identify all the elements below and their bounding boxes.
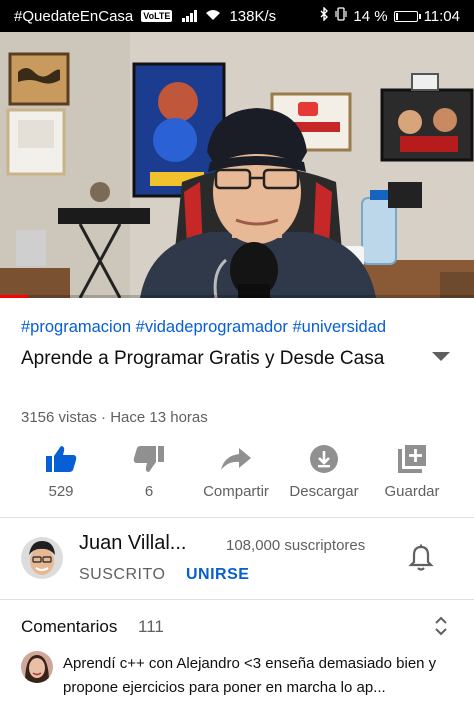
status-left: #QuedateEnCasa VoLTE 138K/s xyxy=(14,8,276,25)
video-meta: 3156 vistas · Hace 13 horas xyxy=(21,409,208,426)
dislike-count: 6 xyxy=(144,483,154,500)
divider xyxy=(0,599,474,600)
status-right: 14 % 11:04 xyxy=(320,6,460,25)
comments-count: 111 xyxy=(138,617,164,636)
divider xyxy=(0,517,474,518)
vibrate-icon xyxy=(335,7,347,25)
video-title[interactable]: Aprende a Programar Gratis y Desde Casa xyxy=(21,344,411,373)
channel-name[interactable]: Juan Villal... xyxy=(79,532,186,555)
subscriber-count: 108,000 suscriptores xyxy=(226,537,366,554)
join-button[interactable]: UNIRSE xyxy=(186,566,249,584)
signal-icon xyxy=(182,10,198,22)
carrier-text: #QuedateEnCasa xyxy=(14,7,134,25)
volte-badge: VoLTE xyxy=(141,10,173,22)
network-speed: 138K/s xyxy=(229,7,277,25)
status-bar: #QuedateEnCasa VoLTE 138K/s 14 % 11:04 xyxy=(0,0,474,32)
share-icon xyxy=(188,440,284,478)
notification-bell-icon[interactable] xyxy=(408,544,434,572)
commenter-avatar[interactable] xyxy=(21,651,53,683)
top-comment-text[interactable]: Aprendí c++ con Alejandro <3 enseña dema… xyxy=(63,652,459,700)
share-button[interactable]: Compartir xyxy=(188,440,284,500)
download-label: Descargar xyxy=(289,483,359,500)
action-row: 529 6 Compartir Descargar Guardar xyxy=(0,440,474,506)
battery-percent: 14 % xyxy=(353,7,388,25)
download-icon xyxy=(276,440,372,478)
thumbs-down-icon xyxy=(101,440,197,478)
video-player[interactable] xyxy=(0,32,474,298)
wifi-icon xyxy=(205,8,221,25)
bluetooth-icon xyxy=(320,6,329,25)
clock: 11:04 xyxy=(423,7,460,25)
save-label: Guardar xyxy=(384,483,440,500)
expand-description-icon[interactable] xyxy=(432,352,450,361)
add-to-playlist-icon xyxy=(364,440,460,478)
thumbs-up-icon xyxy=(13,440,109,478)
comments-header[interactable]: Comentarios xyxy=(21,617,117,637)
like-count: 529 xyxy=(48,483,74,500)
battery-icon xyxy=(393,10,421,22)
subscribed-button[interactable]: SUSCRITO xyxy=(79,566,165,584)
video-frame-image xyxy=(0,32,474,298)
video-progress-fill xyxy=(0,295,29,298)
video-progress-bar[interactable] xyxy=(0,295,474,298)
like-button[interactable]: 529 xyxy=(13,440,109,500)
download-button[interactable]: Descargar xyxy=(276,440,372,500)
save-button[interactable]: Guardar xyxy=(364,440,460,500)
dislike-button[interactable]: 6 xyxy=(101,440,197,500)
share-label: Compartir xyxy=(203,483,269,500)
video-hashtags[interactable]: #programacion #vidadeprogramador #univer… xyxy=(21,318,386,337)
channel-avatar[interactable] xyxy=(21,537,63,579)
expand-comments-icon[interactable] xyxy=(432,614,450,638)
